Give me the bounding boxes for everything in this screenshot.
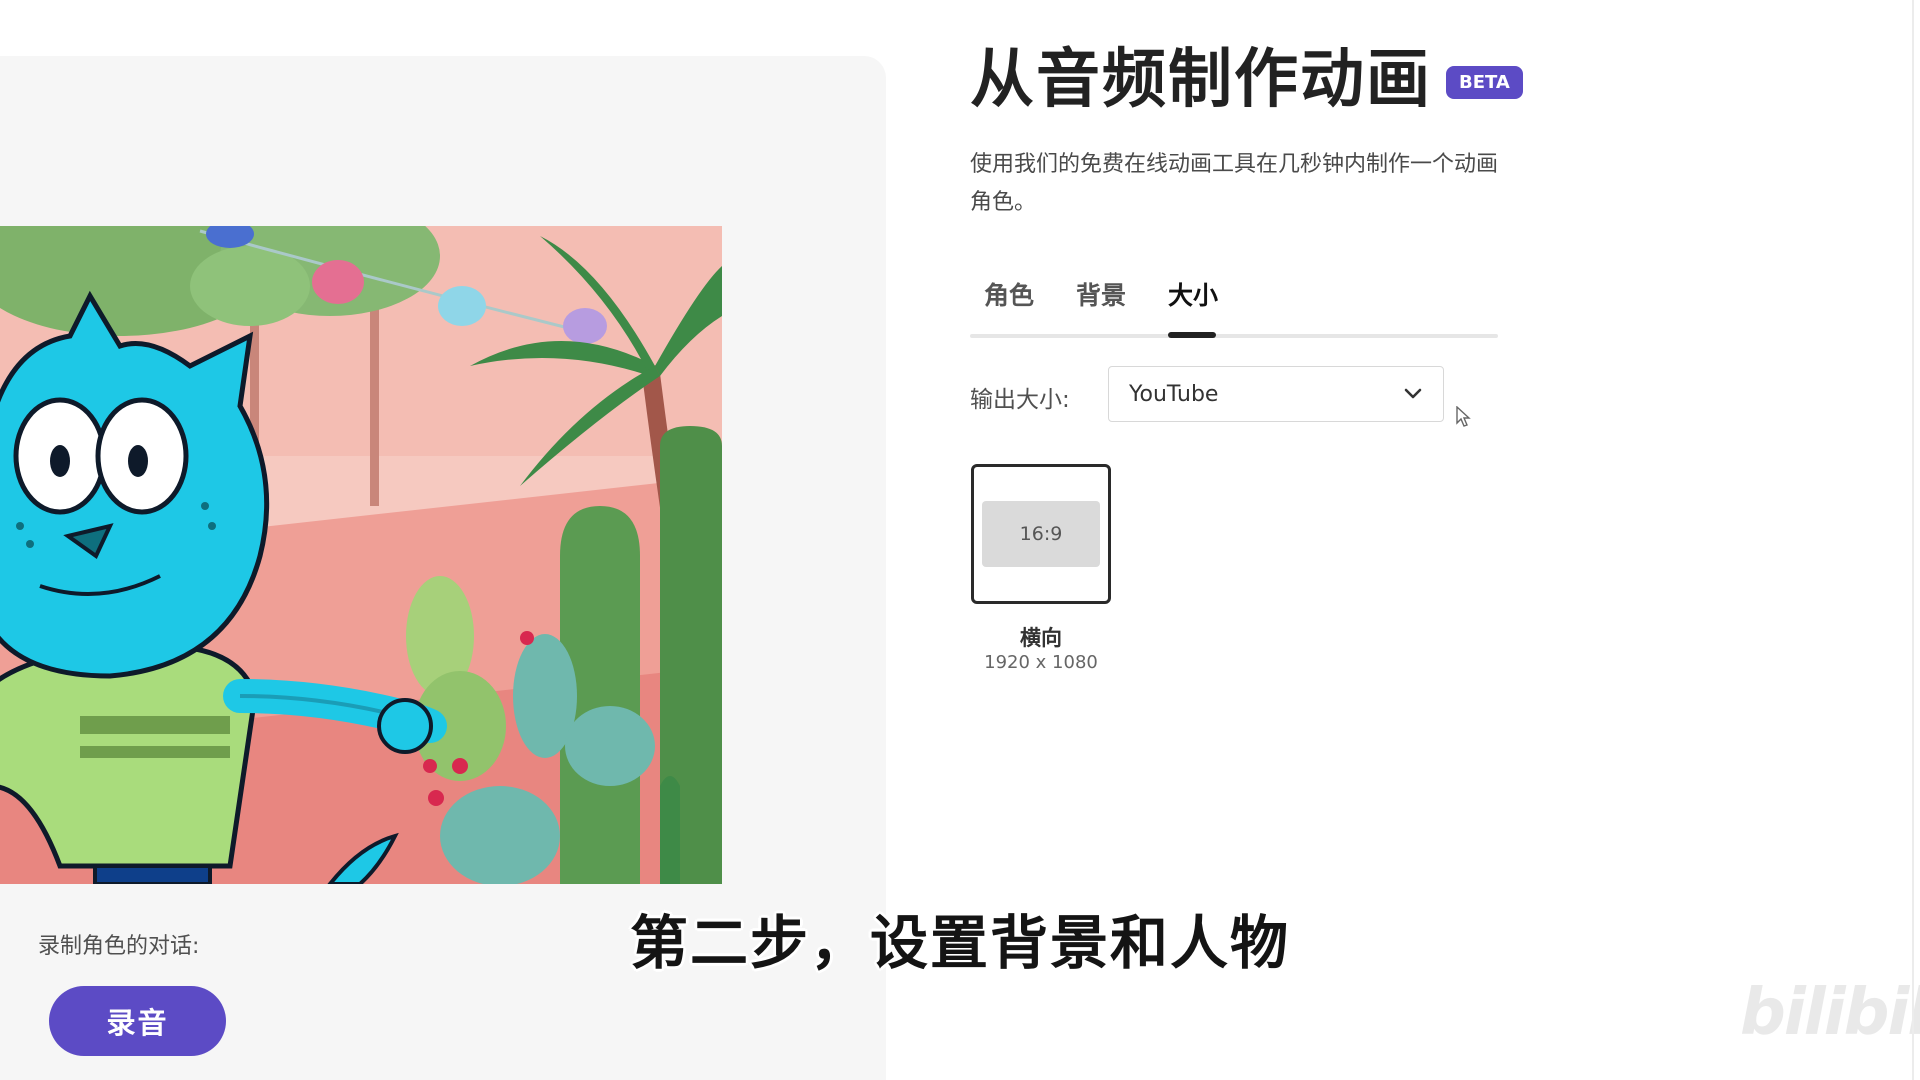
mouse-cursor-icon — [1456, 406, 1471, 427]
active-tab-indicator — [1168, 332, 1216, 338]
aspect-ratio-option[interactable]: 16:9 — [971, 464, 1111, 604]
right-edge-divider — [1912, 0, 1914, 1080]
output-size-label: 输出大小: — [970, 387, 1070, 413]
chevron-down-icon — [1404, 388, 1422, 399]
aspect-ratio-preview: 16:9 — [982, 501, 1100, 567]
tab-background[interactable]: 背景 — [1076, 276, 1126, 312]
aspect-option-dimensions: 1920 x 1080 — [984, 652, 1098, 673]
beta-badge: BETA — [1446, 65, 1523, 99]
title-row: 从音频制作动画 BETA — [970, 40, 1523, 120]
aspect-option-name: 横向 — [1020, 626, 1062, 650]
settings-tabs: 角色 背景 大小 — [970, 264, 1498, 340]
tabs-divider — [970, 334, 1498, 338]
video-subtitle: 第二步，设置背景和人物 — [629, 909, 1290, 977]
app-page: 录制角色的对话: 录音 从音频制作动画 BETA 使用我们的免费在线动画工具在几… — [0, 0, 1920, 1080]
output-size-select[interactable]: YouTube — [1108, 366, 1444, 422]
tab-size[interactable]: 大小 — [1168, 276, 1218, 312]
record-button[interactable]: 录音 — [49, 986, 226, 1056]
page-description: 使用我们的免费在线动画工具在几秒钟内制作一个动画角色。 — [970, 152, 1499, 215]
output-size-value: YouTube — [1129, 381, 1219, 407]
character-scene-illustration — [0, 226, 722, 884]
tab-character[interactable]: 角色 — [984, 276, 1034, 312]
page-title: 从音频制作动画 — [970, 43, 1432, 117]
bilibili-watermark-logo: bilibili — [1740, 976, 1920, 1050]
animation-preview — [0, 226, 722, 884]
